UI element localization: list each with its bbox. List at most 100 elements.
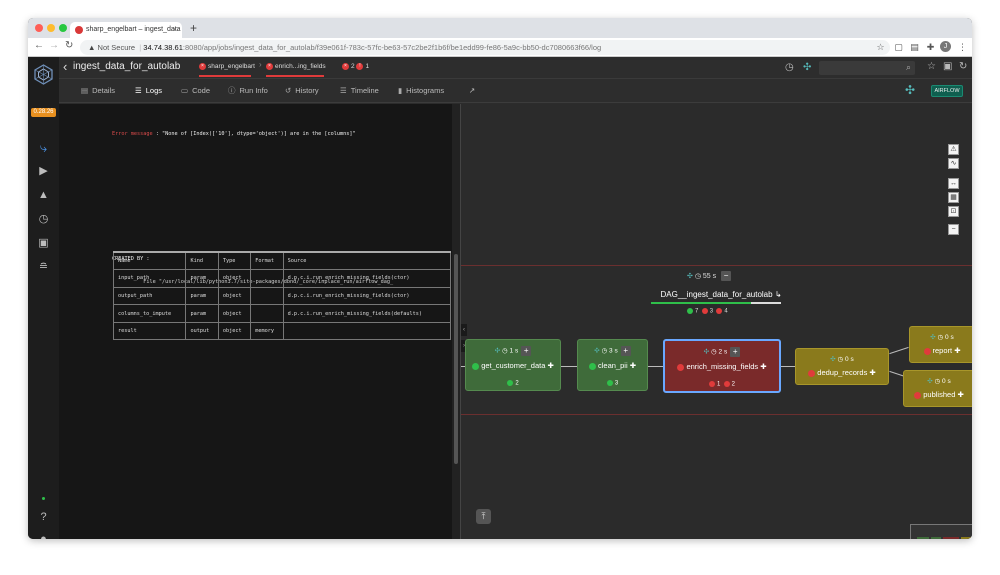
- favorite-star-icon[interactable]: ☆: [927, 61, 936, 72]
- breadcrumb-separator-icon: ›: [259, 60, 262, 69]
- chart-toggle-icon[interactable]: ∿: [948, 158, 959, 169]
- browser-menu-icon[interactable]: ⋮: [958, 42, 967, 52]
- user-account-icon[interactable]: ●: [37, 533, 50, 539]
- open-external-icon[interactable]: ↗: [469, 79, 475, 103]
- refresh-clock-icon[interactable]: ◷: [785, 62, 794, 73]
- dag-node-report[interactable]: ✣ ◷ 0 s report ✚: [909, 326, 972, 363]
- tab-history[interactable]: ↺ History: [285, 79, 319, 103]
- window-close-dot[interactable]: [35, 24, 43, 32]
- back-arrow-icon[interactable]: ←: [34, 40, 44, 51]
- collapse-dag-button[interactable]: −: [721, 271, 732, 281]
- history-icon: ↺: [285, 86, 292, 95]
- database-icon[interactable]: ≘: [37, 261, 50, 274]
- extension-icon-2[interactable]: ▤: [910, 42, 919, 52]
- url-host: 34.74.38.61: [143, 43, 183, 52]
- airflow-pinwheel-icon: ✣: [930, 334, 936, 341]
- error-circle-icon: ×: [342, 63, 349, 70]
- reload-icon[interactable]: ↻: [65, 40, 73, 51]
- databand-logo-icon[interactable]: [32, 63, 55, 86]
- puzzle-icon: ✚: [957, 390, 964, 399]
- new-tab-icon[interactable]: +: [190, 21, 197, 35]
- tab-logs[interactable]: ☰ Logs: [135, 79, 162, 103]
- airflow-pinwheel-icon[interactable]: ✣: [803, 62, 811, 73]
- dag-boundary-bottom: [461, 414, 972, 415]
- bookmark-star-icon[interactable]: ☆: [876, 42, 885, 52]
- layout-icon[interactable]: ⚠: [948, 144, 959, 155]
- monitor-icon[interactable]: ▣: [37, 237, 50, 250]
- help-icon[interactable]: ?: [37, 511, 50, 524]
- table-cell: [282, 321, 452, 341]
- alerts-warning-icon[interactable]: ▲: [37, 189, 50, 202]
- pipelines-icon[interactable]: ⤷: [37, 141, 50, 154]
- fit-width-icon[interactable]: ↔: [948, 178, 959, 189]
- dag-node-published[interactable]: ✣ ◷ 0 s published ✚: [903, 370, 972, 407]
- expand-node-button[interactable]: +: [620, 346, 631, 356]
- grid-icon[interactable]: ▦: [948, 192, 959, 203]
- params-table: Name Kind Type Format Source input_path param…: [112, 251, 452, 341]
- airflow-button[interactable]: AIRFLOW: [931, 85, 963, 97]
- address-bar[interactable]: ▲ Not Secure | 34.74.38.61:8080/app/jobs…: [80, 40, 890, 55]
- params-table-header: Name Kind Type Format Source: [112, 251, 452, 271]
- failed-status-icon: [677, 363, 685, 371]
- error-circle-icon: ×: [266, 63, 273, 70]
- failed-status-icon: [914, 391, 922, 399]
- search-input[interactable]: ⌕: [819, 61, 915, 75]
- warning-triangle-icon: ▲: [88, 43, 96, 52]
- airflow-pinwheel-icon: ✣: [594, 347, 600, 355]
- databand-favicon-icon: [75, 26, 83, 34]
- dag-node-dedup-records[interactable]: ✣ ◷ 0 s dedup_records ✚: [795, 348, 889, 385]
- table-cell: object: [217, 286, 252, 306]
- breadcrumb-run[interactable]: × sharp_engelbart: [199, 63, 255, 70]
- runs-play-icon[interactable]: ▶: [37, 165, 50, 178]
- table-cell: output_path: [112, 286, 187, 306]
- log-scrollbar-thumb[interactable]: [454, 254, 458, 464]
- rerun-icon[interactable]: ↻: [959, 61, 967, 72]
- table-cell: d.p.c.i.run_enrich_missing_fields(ctor): [282, 269, 452, 288]
- extensions-puzzle-icon[interactable]: ✚: [926, 42, 935, 52]
- window-zoom-dot[interactable]: [59, 24, 67, 32]
- close-tab-icon[interactable]: ×: [172, 22, 177, 38]
- table-cell: object: [217, 321, 252, 341]
- puzzle-icon: ✚: [760, 362, 767, 371]
- tab-details[interactable]: ▤ Details: [81, 79, 115, 103]
- info-icon: ⓘ: [228, 86, 236, 95]
- puzzle-icon: ✚: [869, 368, 876, 377]
- params-column-header: Type: [217, 251, 252, 271]
- zoom-out-icon[interactable]: −: [948, 224, 959, 235]
- airflow-pinwheel-icon: ✣: [927, 378, 933, 385]
- dag-name[interactable]: DAG__ingest_data_for_autolab ↳: [651, 290, 791, 299]
- dag-node-get-customer-data[interactable]: ✣ ◷ 1 s + get_customer_data ✚ 2: [465, 339, 561, 391]
- browser-tab[interactable]: sharp_engelbart – ingest_data ×: [70, 22, 182, 38]
- back-chevron-icon[interactable]: ‹: [63, 59, 67, 74]
- expand-node-button[interactable]: +: [521, 346, 532, 356]
- table-cell: d.p.c.i.run_enrich_missing_fields(ctor): [282, 286, 452, 306]
- expand-node-button[interactable]: +: [730, 347, 741, 357]
- log-panel[interactable]: Error message : "None of [Index(['10'], …: [59, 104, 453, 539]
- extension-icon[interactable]: ▢: [894, 42, 903, 52]
- save-icon[interactable]: ▣: [943, 61, 952, 72]
- window-minimize-dot[interactable]: [47, 24, 55, 32]
- dag-node-enrich-missing-fields[interactable]: ✣ ◷ 2 s + enrich_missing_fields ✚ 1 2: [663, 339, 781, 393]
- schedule-clock-icon[interactable]: ◷: [37, 213, 50, 226]
- forward-arrow-icon[interactable]: →: [49, 40, 59, 51]
- error-warning-counts[interactable]: × 2 ! 1: [342, 63, 369, 70]
- tab-run-info[interactable]: ⓘ Run Info: [228, 79, 268, 103]
- collapse-left-icon[interactable]: ‹: [461, 324, 467, 336]
- table-cell: columns_to_impute: [112, 304, 187, 323]
- dag-progress-bar: [651, 302, 781, 304]
- dag-node-clean-pii[interactable]: ✣ ◷ 3 s + clean_pii ✚ 3: [577, 339, 648, 391]
- tab-histograms[interactable]: ▮ Histograms: [398, 79, 444, 103]
- table-row: input_path param object d.p.c.i.run_enrich_…: [112, 269, 452, 288]
- tab-code[interactable]: ▭ Code: [181, 79, 210, 103]
- profile-avatar[interactable]: J: [940, 41, 951, 52]
- center-icon[interactable]: ⊡: [948, 206, 959, 217]
- browser-tab-strip: sharp_engelbart – ingest_data × +: [28, 18, 972, 38]
- dag-graph-panel[interactable]: ‹ › ⚠ ∿ ↔ ▦ ⊡ − ✣ ◷ 55 s − DAG__ingest_d…: [461, 104, 972, 539]
- dag-minimap[interactable]: [910, 524, 972, 539]
- breadcrumb-task[interactable]: × enrich...ing_fields: [266, 63, 326, 70]
- airflow-pinwheel-icon: ✣: [703, 348, 710, 356]
- log-scrollbar[interactable]: [452, 104, 460, 539]
- collapse-panel-button[interactable]: ⤒: [476, 509, 491, 524]
- puzzle-icon: ✚: [954, 346, 961, 355]
- tab-timeline[interactable]: ☰ Timeline: [340, 79, 379, 103]
